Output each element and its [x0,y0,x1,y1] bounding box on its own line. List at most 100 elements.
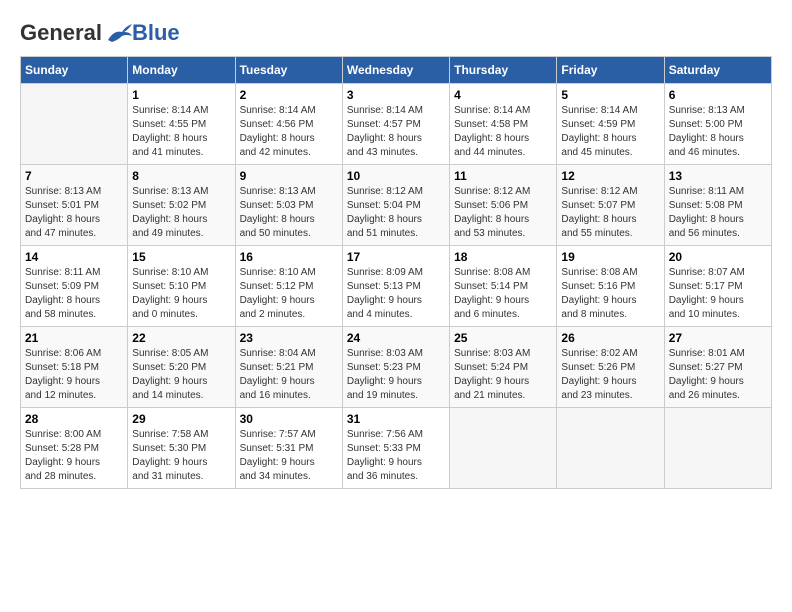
day-info: Sunrise: 8:01 AMSunset: 5:27 PMDaylight:… [669,347,767,403]
day-info: Sunrise: 8:14 AMSunset: 4:55 PMDaylight:… [132,104,230,160]
day-number: 1 [132,88,230,102]
calendar-cell: 12 Sunrise: 8:12 AMSunset: 5:07 PMDayligh… [557,165,664,246]
calendar-cell [664,408,771,489]
day-info: Sunrise: 8:12 AMSunset: 5:06 PMDaylight:… [454,185,552,241]
day-info: Sunrise: 8:02 AMSunset: 5:26 PMDaylight:… [561,347,659,403]
calendar-header-monday: Monday [128,57,235,84]
calendar-cell: 17 Sunrise: 8:09 AMSunset: 5:13 PMDayligh… [342,246,449,327]
calendar-cell: 18Sunrise: 8:08 AMSunset: 5:14 PMDayligh… [450,246,557,327]
day-number: 22 [132,331,230,345]
day-number: 4 [454,88,552,102]
day-number: 24 [347,331,445,345]
calendar-header-saturday: Saturday [664,57,771,84]
calendar-header-tuesday: Tuesday [235,57,342,84]
calendar-cell: 21 Sunrise: 8:06 AMSunset: 5:18 PMDayligh… [21,327,128,408]
calendar-cell: 3 Sunrise: 8:14 AMSunset: 4:57 PMDaylight… [342,84,449,165]
calendar-week-row: 7 Sunrise: 8:13 AMSunset: 5:01 PMDaylight… [21,165,772,246]
calendar-cell: 27 Sunrise: 8:01 AMSunset: 5:27 PMDayligh… [664,327,771,408]
calendar-cell [21,84,128,165]
day-info: Sunrise: 8:03 AMSunset: 5:24 PMDaylight:… [454,347,552,403]
logo-general: General [20,20,102,46]
calendar-cell: 8Sunrise: 8:13 AMSunset: 5:02 PMDaylight… [128,165,235,246]
day-info: Sunrise: 8:03 AMSunset: 5:23 PMDaylight:… [347,347,445,403]
day-info: Sunrise: 8:11 AMSunset: 5:08 PMDaylight:… [669,185,767,241]
day-info: Sunrise: 8:14 AMSunset: 4:56 PMDaylight:… [240,104,338,160]
day-info: Sunrise: 8:00 AMSunset: 5:28 PMDaylight:… [25,428,123,484]
day-number: 19 [561,250,659,264]
page-header: General Blue [20,20,772,46]
calendar-header-thursday: Thursday [450,57,557,84]
day-number: 20 [669,250,767,264]
calendar-week-row: 28 Sunrise: 8:00 AMSunset: 5:28 PMDayligh… [21,408,772,489]
day-info: Sunrise: 7:56 AMSunset: 5:33 PMDaylight:… [347,428,445,484]
calendar-cell: 31 Sunrise: 7:56 AMSunset: 5:33 PMDayligh… [342,408,449,489]
day-info: Sunrise: 8:14 AMSunset: 4:59 PMDaylight:… [561,104,659,160]
calendar-cell: 28 Sunrise: 8:00 AMSunset: 5:28 PMDayligh… [21,408,128,489]
calendar-cell: 24 Sunrise: 8:03 AMSunset: 5:23 PMDayligh… [342,327,449,408]
calendar-cell: 7 Sunrise: 8:13 AMSunset: 5:01 PMDaylight… [21,165,128,246]
day-number: 21 [25,331,123,345]
day-number: 31 [347,412,445,426]
calendar-cell: 9 Sunrise: 8:13 AMSunset: 5:03 PMDaylight… [235,165,342,246]
day-info: Sunrise: 8:05 AMSunset: 5:20 PMDaylight:… [132,347,230,403]
day-number: 23 [240,331,338,345]
day-number: 7 [25,169,123,183]
calendar-cell: 19 Sunrise: 8:08 AMSunset: 5:16 PMDayligh… [557,246,664,327]
day-number: 10 [347,169,445,183]
day-number: 14 [25,250,123,264]
day-info: Sunrise: 8:14 AMSunset: 4:58 PMDaylight:… [454,104,552,160]
day-number: 25 [454,331,552,345]
day-number: 28 [25,412,123,426]
day-info: Sunrise: 8:13 AMSunset: 5:01 PMDaylight:… [25,185,123,241]
calendar-week-row: 21 Sunrise: 8:06 AMSunset: 5:18 PMDayligh… [21,327,772,408]
day-info: Sunrise: 8:13 AMSunset: 5:00 PMDaylight:… [669,104,767,160]
day-info: Sunrise: 7:57 AMSunset: 5:31 PMDaylight:… [240,428,338,484]
day-number: 29 [132,412,230,426]
day-info: Sunrise: 8:06 AMSunset: 5:18 PMDaylight:… [25,347,123,403]
calendar-cell: 11 Sunrise: 8:12 AMSunset: 5:06 PMDayligh… [450,165,557,246]
calendar-cell: 14 Sunrise: 8:11 AMSunset: 5:09 PMDayligh… [21,246,128,327]
day-number: 3 [347,88,445,102]
day-number: 12 [561,169,659,183]
day-info: Sunrise: 8:13 AMSunset: 5:03 PMDaylight:… [240,185,338,241]
logo-blue: Blue [132,20,180,46]
day-number: 18 [454,250,552,264]
calendar-cell: 30Sunrise: 7:57 AMSunset: 5:31 PMDayligh… [235,408,342,489]
calendar-cell: 16 Sunrise: 8:10 AMSunset: 5:12 PMDayligh… [235,246,342,327]
calendar-cell: 1 Sunrise: 8:14 AMSunset: 4:55 PMDaylight… [128,84,235,165]
day-info: Sunrise: 8:13 AMSunset: 5:02 PMDaylight:… [132,185,230,241]
calendar-header-sunday: Sunday [21,57,128,84]
calendar-week-row: 1 Sunrise: 8:14 AMSunset: 4:55 PMDaylight… [21,84,772,165]
day-info: Sunrise: 8:14 AMSunset: 4:57 PMDaylight:… [347,104,445,160]
calendar-cell: 5Sunrise: 8:14 AMSunset: 4:59 PMDaylight… [557,84,664,165]
logo: General Blue [20,20,180,46]
day-number: 13 [669,169,767,183]
calendar-cell: 6 Sunrise: 8:13 AMSunset: 5:00 PMDaylight… [664,84,771,165]
calendar-header-friday: Friday [557,57,664,84]
day-number: 27 [669,331,767,345]
day-info: Sunrise: 8:04 AMSunset: 5:21 PMDaylight:… [240,347,338,403]
day-info: Sunrise: 8:10 AMSunset: 5:12 PMDaylight:… [240,266,338,322]
day-number: 16 [240,250,338,264]
day-info: Sunrise: 8:12 AMSunset: 5:04 PMDaylight:… [347,185,445,241]
calendar-cell: 2 Sunrise: 8:14 AMSunset: 4:56 PMDaylight… [235,84,342,165]
calendar-cell: 29Sunrise: 7:58 AMSunset: 5:30 PMDayligh… [128,408,235,489]
day-number: 9 [240,169,338,183]
day-number: 2 [240,88,338,102]
calendar-cell: 4 Sunrise: 8:14 AMSunset: 4:58 PMDaylight… [450,84,557,165]
day-info: Sunrise: 8:11 AMSunset: 5:09 PMDaylight:… [25,266,123,322]
day-info: Sunrise: 8:12 AMSunset: 5:07 PMDaylight:… [561,185,659,241]
calendar-cell: 10 Sunrise: 8:12 AMSunset: 5:04 PMDayligh… [342,165,449,246]
calendar-header-wednesday: Wednesday [342,57,449,84]
logo-bird-icon [104,22,132,44]
day-info: Sunrise: 8:08 AMSunset: 5:16 PMDaylight:… [561,266,659,322]
calendar-cell: 25 Sunrise: 8:03 AMSunset: 5:24 PMDayligh… [450,327,557,408]
calendar-header-row: SundayMondayTuesdayWednesdayThursdayFrid… [21,57,772,84]
calendar-cell: 20Sunrise: 8:07 AMSunset: 5:17 PMDayligh… [664,246,771,327]
day-info: Sunrise: 8:09 AMSunset: 5:13 PMDaylight:… [347,266,445,322]
day-number: 11 [454,169,552,183]
calendar-cell: 15Sunrise: 8:10 AMSunset: 5:10 PMDayligh… [128,246,235,327]
day-number: 17 [347,250,445,264]
day-number: 6 [669,88,767,102]
day-number: 26 [561,331,659,345]
